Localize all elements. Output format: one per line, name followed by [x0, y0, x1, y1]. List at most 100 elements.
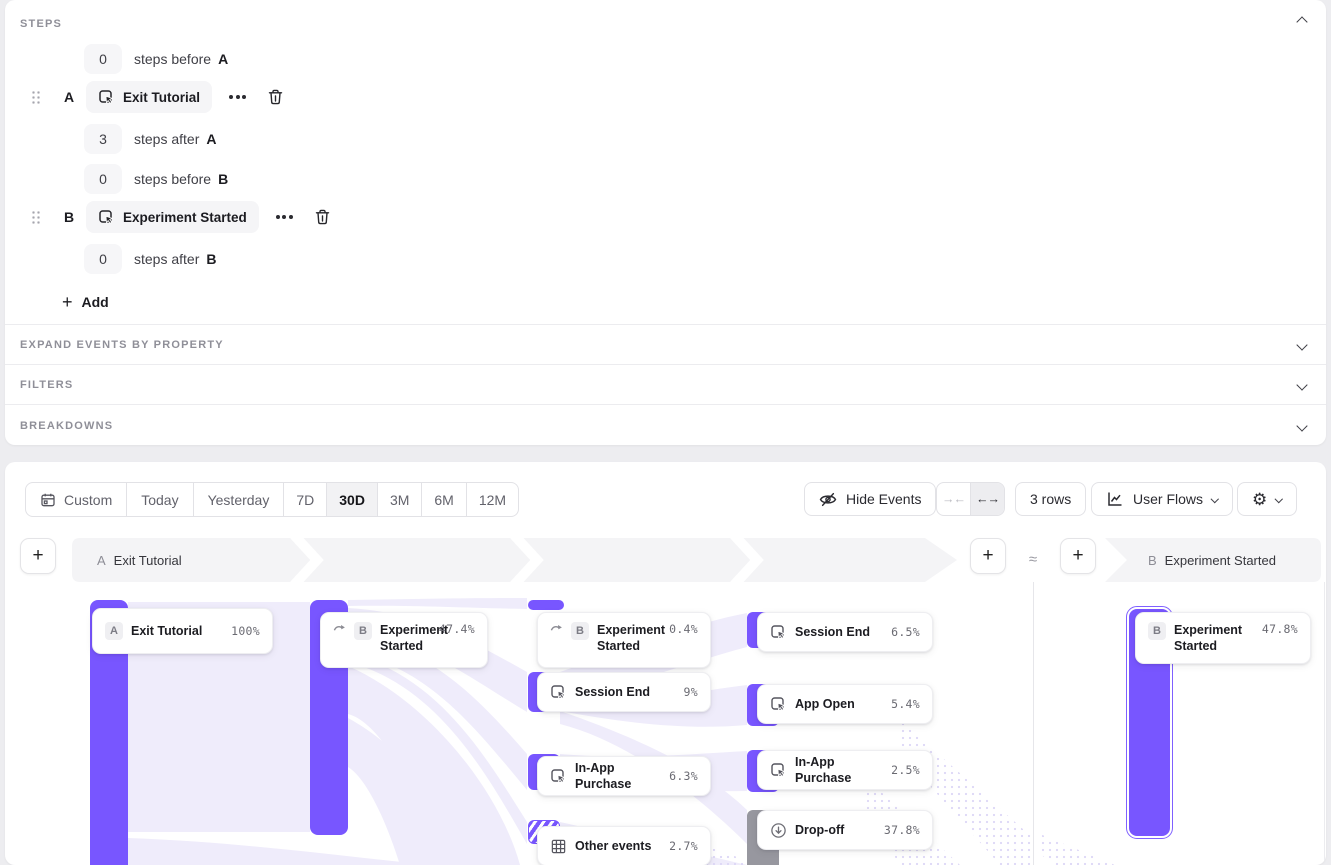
date-today[interactable]: Today: [126, 483, 192, 516]
count-ref-letter: B: [206, 251, 216, 267]
step-event-name: Exit Tutorial: [114, 553, 182, 568]
steps-before-b-input[interactable]: 0: [84, 164, 122, 194]
date-12m[interactable]: 12M: [466, 483, 518, 516]
event-icon: [550, 684, 567, 701]
indirect-arrow-icon: [550, 622, 563, 633]
accordion-filters[interactable]: FILTERS: [5, 364, 1326, 405]
date-yesterday[interactable]: Yesterday: [193, 483, 284, 516]
flow-node-experiment-started-1[interactable]: B Experiment Started 47.4%: [320, 612, 488, 668]
count-label: steps after: [134, 251, 199, 267]
flow-node-app-open[interactable]: App Open 5.4%: [757, 684, 933, 724]
step-badge: B: [354, 622, 372, 640]
date-option-label: Custom: [64, 492, 112, 508]
accordion-expand-events-by-property[interactable]: EXPAND EVENTS BY PROPERTY: [5, 324, 1326, 365]
node-title: In-App Purchase: [575, 760, 661, 793]
add-step-button[interactable]: + Add: [62, 286, 109, 318]
expand-columns-button[interactable]: ←→: [970, 483, 1004, 515]
date-7d[interactable]: 7D: [283, 483, 326, 516]
grid-icon: [550, 838, 567, 855]
add-step-after-a-button[interactable]: [970, 538, 1006, 574]
rows-count-button[interactable]: 3 rows: [1015, 482, 1086, 516]
node-title: Session End: [575, 684, 650, 700]
flow-node-drop-off[interactable]: Drop-off 37.8%: [757, 810, 933, 850]
node-percentage: 6.5%: [891, 625, 920, 639]
chevron-down-icon: [1211, 495, 1219, 503]
collapse-steps-chevron-icon[interactable]: [1296, 16, 1307, 27]
count-label: steps after: [134, 131, 199, 147]
query-builder-panel: STEPS 0 steps before A A Exit Tutorial 3…: [5, 0, 1326, 445]
node-percentage: 9%: [684, 685, 698, 699]
view-type-label: User Flows: [1133, 491, 1203, 507]
add-step-before-a-button[interactable]: [20, 538, 56, 574]
node-percentage: 2.5%: [891, 763, 920, 777]
add-step-before-b-button[interactable]: [1060, 538, 1096, 574]
node-title: Other events: [575, 838, 651, 854]
count-ref-letter: B: [218, 171, 228, 187]
accordion-label: EXPAND EVENTS BY PROPERTY: [20, 339, 224, 351]
node-title: Experiment Started: [380, 622, 431, 655]
settings-dropdown[interactable]: ⚙: [1237, 482, 1297, 516]
flow-bar-experiment-started-small[interactable]: [528, 600, 564, 610]
event-icon: [550, 768, 567, 785]
flow-node-other-events[interactable]: Other events 2.7%: [537, 826, 711, 865]
rows-count-label: 3 rows: [1030, 491, 1071, 507]
count-ref-letter: A: [218, 51, 228, 67]
view-type-dropdown[interactable]: User Flows: [1091, 482, 1233, 516]
date-custom[interactable]: Custom: [26, 483, 126, 516]
date-3m[interactable]: 3M: [377, 483, 421, 516]
step-event-name: Experiment Started: [1165, 553, 1276, 568]
node-title: App Open: [795, 696, 855, 712]
indirect-arrow-icon: [333, 622, 346, 633]
flow-node-session-end-2[interactable]: Session End 6.5%: [757, 612, 933, 652]
step-row-a: A Exit Tutorial: [31, 81, 284, 113]
event-select-button[interactable]: Experiment Started: [86, 201, 259, 233]
drag-handle-icon[interactable]: [31, 210, 41, 225]
node-title: Exit Tutorial: [131, 623, 202, 639]
event-name: Exit Tutorial: [123, 90, 200, 105]
step-row-b: B Experiment Started: [31, 201, 331, 233]
event-select-button[interactable]: Exit Tutorial: [86, 81, 212, 113]
drag-handle-icon[interactable]: [31, 90, 41, 105]
trash-icon[interactable]: [314, 208, 331, 226]
node-percentage: 47.4%: [439, 622, 475, 636]
event-icon: [770, 624, 787, 641]
flow-node-session-end-1[interactable]: Session End 9%: [537, 672, 711, 712]
event-icon: [770, 762, 787, 779]
steps-after-a-input[interactable]: 3: [84, 124, 122, 154]
node-percentage: 6.3%: [669, 769, 698, 783]
date-6m[interactable]: 6M: [421, 483, 465, 516]
step-letter: A: [63, 89, 75, 105]
flow-node-in-app-purchase-1[interactable]: In-App Purchase 6.3%: [537, 756, 711, 796]
steps-before-b-row: 0 steps before B: [84, 163, 228, 195]
accordion-breakdowns[interactable]: BREAKDOWNS: [5, 404, 1326, 446]
user-flows-report: { "steps": { "title": "STEPS", "rows": […: [0, 0, 1331, 865]
more-options-button[interactable]: [229, 95, 246, 99]
flow-node-in-app-purchase-2[interactable]: In-App Purchase 2.5%: [757, 750, 933, 790]
steps-after-b-input[interactable]: 0: [84, 244, 122, 274]
eye-off-icon: [819, 492, 837, 507]
drop-off-icon: [770, 822, 787, 839]
trash-icon[interactable]: [267, 88, 284, 106]
plus-icon: +: [62, 293, 73, 311]
steps-before-a-row: 0 steps before A: [84, 43, 228, 75]
date-30d[interactable]: 30D: [326, 483, 377, 516]
count-label: steps before: [134, 171, 211, 187]
flow-node-experiment-started-3[interactable]: B Experiment Started 47.8%: [1135, 612, 1311, 664]
node-title: In-App Purchase: [795, 754, 883, 787]
more-options-button[interactable]: [276, 215, 293, 219]
step-b-header-label: B Experiment Started: [1148, 538, 1276, 582]
chevron-down-icon: [1296, 339, 1307, 350]
flow-node-exit-tutorial[interactable]: A Exit Tutorial 100%: [92, 608, 273, 654]
collapse-columns-button[interactable]: →←: [937, 483, 970, 515]
hide-events-button[interactable]: Hide Events: [804, 482, 936, 516]
flow-node-experiment-started-2[interactable]: B Experiment Started 0.4%: [537, 612, 711, 668]
count-ref-letter: A: [206, 131, 216, 147]
node-title: Drop-off: [795, 822, 844, 838]
steps-section-title: STEPS: [20, 18, 62, 30]
node-percentage: 37.8%: [884, 823, 920, 837]
approx-symbol: ≈: [1026, 538, 1040, 582]
accordion-label: FILTERS: [20, 379, 73, 391]
steps-before-a-input[interactable]: 0: [84, 44, 122, 74]
steps-after-a-row: 3 steps after A: [84, 123, 217, 155]
chevron-down-icon: [1275, 495, 1283, 503]
